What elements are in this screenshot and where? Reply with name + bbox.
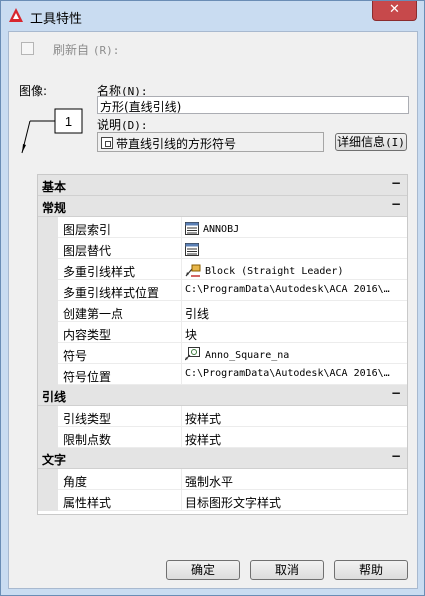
- description-label: 说明(D):: [97, 118, 148, 132]
- refresh-from-checkbox[interactable]: [21, 42, 34, 55]
- property-row-leader-type[interactable]: 引线类型 按样式: [38, 406, 407, 427]
- property-row-layer-key[interactable]: 图层索引 ANNOBJ: [38, 217, 407, 238]
- property-key: 引线类型: [58, 406, 182, 427]
- property-value[interactable]: [183, 238, 406, 259]
- property-key: 多重引线样式位置: [58, 280, 182, 301]
- property-value[interactable]: 目标图形文字样式: [183, 490, 406, 511]
- window-title: 工具特性: [30, 12, 83, 27]
- property-row-max-points[interactable]: 限制点数 按样式: [38, 427, 407, 448]
- description-value: 带直线引线的方形符号: [116, 137, 237, 151]
- close-button[interactable]: ✕: [372, 1, 417, 21]
- property-value[interactable]: 引线: [183, 301, 406, 322]
- property-value[interactable]: Anno_Square_na: [183, 343, 406, 364]
- section-leader-header[interactable]: 引线 −: [38, 385, 407, 406]
- preview-balloon-number: 1: [65, 114, 72, 129]
- collapse-icon[interactable]: −: [391, 197, 401, 211]
- description-field[interactable]: 带直线引线的方形符号: [97, 132, 324, 152]
- property-value[interactable]: 按样式: [183, 406, 406, 427]
- property-row-symbol-location[interactable]: 符号位置 C:\ProgramData\Autodesk\ACA 2016\…: [38, 364, 407, 385]
- details-button[interactable]: 详细信息(I): [335, 133, 407, 151]
- section-general-header[interactable]: 常规 −: [38, 196, 407, 217]
- ok-button[interactable]: 确定: [166, 560, 240, 580]
- property-value[interactable]: 按样式: [183, 427, 406, 448]
- property-value[interactable]: ANNOBJ: [183, 217, 406, 238]
- layer-override-icon: [185, 243, 199, 256]
- section-basic-header[interactable]: 基本 −: [38, 175, 407, 196]
- collapse-icon[interactable]: −: [391, 386, 401, 400]
- collapse-icon[interactable]: −: [391, 176, 401, 190]
- autocad-app-icon: [9, 8, 23, 22]
- property-value[interactable]: C:\ProgramData\Autodesk\ACA 2016\…: [183, 280, 406, 301]
- layer-key-icon: [185, 222, 199, 235]
- dialog-body: 刷新自 (R): 图像: 1 名称(N): 方形(直线引线) 说明(D): 带直…: [8, 31, 418, 589]
- property-grid: 基本 − 常规 − 图层索引 ANNOBJ 图层替代 多重引线样式 Block …: [37, 174, 408, 515]
- property-row-attribute-style[interactable]: 属性样式 目标图形文字样式: [38, 490, 407, 511]
- property-key: 图层替代: [58, 238, 182, 259]
- description-icon: [101, 137, 113, 149]
- property-key: 图层索引: [58, 217, 182, 238]
- title-bar[interactable]: 工具特性 ✕: [1, 1, 424, 31]
- property-key: 创建第一点: [58, 301, 182, 322]
- property-row-angle[interactable]: 角度 强制水平: [38, 469, 407, 490]
- property-value[interactable]: 块: [183, 322, 406, 343]
- property-key: 角度: [58, 469, 182, 490]
- section-title: 常规: [42, 201, 67, 215]
- property-key: 属性样式: [58, 490, 182, 511]
- collapse-icon[interactable]: −: [391, 449, 401, 463]
- help-button[interactable]: 帮助: [334, 560, 408, 580]
- section-title: 文字: [42, 453, 67, 467]
- cancel-button[interactable]: 取消: [250, 560, 324, 580]
- name-input[interactable]: 方形(直线引线): [97, 96, 409, 114]
- property-row-first-point[interactable]: 创建第一点 引线: [38, 301, 407, 322]
- property-row-symbol[interactable]: 符号 Anno_Square_na: [38, 343, 407, 364]
- section-title: 引线: [42, 390, 67, 404]
- refresh-from-label: 刷新自 (R):: [53, 43, 120, 57]
- section-title: 基本: [42, 180, 67, 194]
- symbol-icon: [185, 347, 200, 361]
- property-key: 多重引线样式: [58, 259, 182, 280]
- property-row-mleader-style[interactable]: 多重引线样式 Block (Straight Leader): [38, 259, 407, 280]
- image-label: 图像:: [19, 84, 48, 98]
- property-key: 符号位置: [58, 364, 182, 385]
- property-key: 内容类型: [58, 322, 182, 343]
- property-key: 限制点数: [58, 427, 182, 448]
- property-value[interactable]: Block (Straight Leader): [183, 259, 406, 280]
- section-text-header[interactable]: 文字 −: [38, 448, 407, 469]
- tool-preview-image: 1: [21, 108, 83, 154]
- tool-properties-window: 工具特性 ✕ 刷新自 (R): 图像: 1 名称(N): 方形(直线引线) 说明…: [0, 0, 425, 596]
- property-value[interactable]: 强制水平: [183, 469, 406, 490]
- property-row-layer-override[interactable]: 图层替代: [38, 238, 407, 259]
- property-value[interactable]: C:\ProgramData\Autodesk\ACA 2016\…: [183, 364, 406, 385]
- property-row-mleader-style-location[interactable]: 多重引线样式位置 C:\ProgramData\Autodesk\ACA 201…: [38, 280, 407, 301]
- property-row-content-type[interactable]: 内容类型 块: [38, 322, 407, 343]
- mleader-style-icon: [185, 264, 201, 277]
- property-key: 符号: [58, 343, 182, 364]
